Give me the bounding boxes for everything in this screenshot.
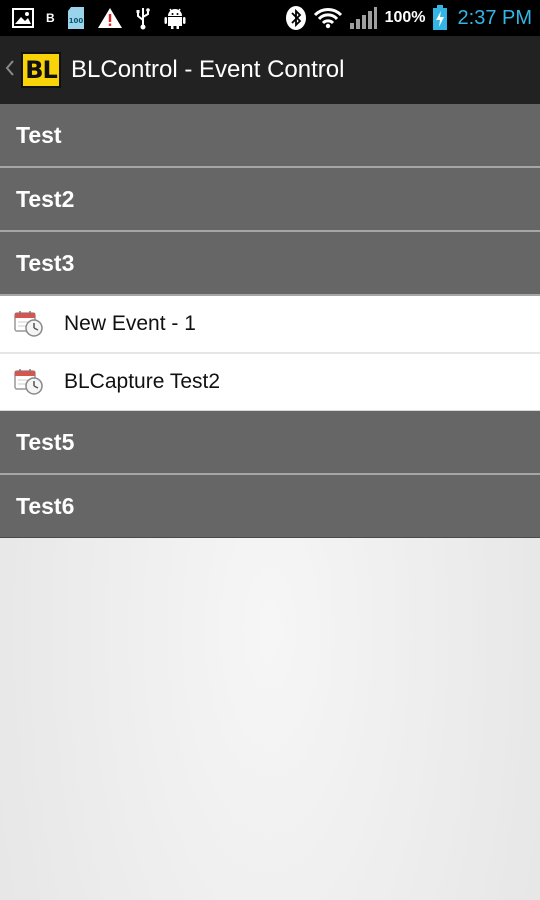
sd-card-icon: 100 bbox=[67, 6, 85, 30]
event-item[interactable]: New Event - 1 bbox=[0, 296, 540, 354]
page-title: BLControl - Event Control bbox=[71, 56, 345, 83]
usb-icon bbox=[135, 6, 151, 30]
group-label: Test5 bbox=[16, 428, 75, 455]
group-header-test3[interactable]: Test3 bbox=[0, 232, 540, 296]
chevron-left-icon[interactable] bbox=[5, 58, 15, 82]
status-time: 2:37 PM bbox=[457, 6, 532, 29]
status-bar: B 100 100% 2:37 PM bbox=[0, 0, 540, 36]
bluetooth-icon bbox=[285, 5, 307, 31]
svg-text:100: 100 bbox=[68, 17, 83, 25]
notification-icons: B 100 bbox=[12, 0, 187, 36]
event-label: BLCapture Test2 bbox=[64, 370, 221, 393]
group-label: Test bbox=[16, 121, 62, 148]
system-icons: 100% 2:37 PM bbox=[285, 0, 532, 36]
android-icon bbox=[163, 6, 187, 30]
group-header-test2[interactable]: Test2 bbox=[0, 168, 540, 232]
battery-charging-icon bbox=[432, 5, 448, 31]
signal-icon bbox=[349, 6, 377, 30]
app-logo[interactable]: BL bbox=[21, 52, 61, 88]
event-item[interactable]: BLCapture Test2 bbox=[0, 354, 540, 411]
app-logo-text: BL bbox=[25, 56, 58, 84]
group-header-test5[interactable]: Test5 bbox=[0, 411, 540, 475]
image-icon bbox=[12, 8, 34, 28]
action-bar: BL BLControl - Event Control bbox=[0, 36, 540, 104]
group-label: Test3 bbox=[16, 249, 75, 276]
warning-icon bbox=[97, 7, 123, 29]
group-label: Test2 bbox=[16, 185, 75, 212]
calendar-clock-icon bbox=[14, 310, 44, 338]
wifi-icon bbox=[313, 7, 343, 29]
b-icon: B bbox=[46, 11, 55, 25]
battery-percent: 100% bbox=[384, 9, 426, 26]
calendar-clock-icon bbox=[14, 368, 44, 396]
event-label: New Event - 1 bbox=[64, 312, 196, 335]
group-children-test3: New Event - 1 BLCapture Test2 bbox=[0, 296, 540, 411]
group-header-test6[interactable]: Test6 bbox=[0, 475, 540, 538]
group-label: Test6 bbox=[16, 492, 75, 519]
group-header-test[interactable]: Test bbox=[0, 104, 540, 168]
event-group-list: Test Test2 Test3 New Event - 1 BLCapture… bbox=[0, 104, 540, 538]
